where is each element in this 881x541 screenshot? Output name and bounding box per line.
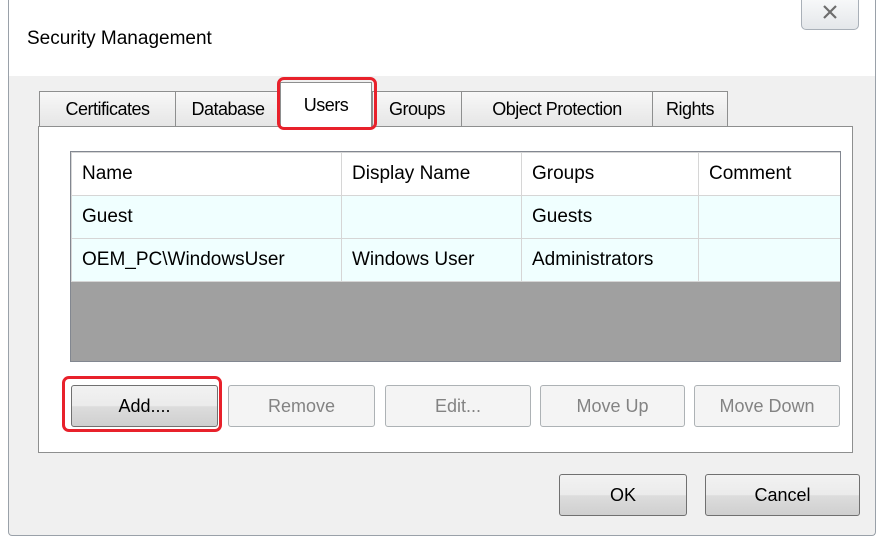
cancel-button[interactable]: Cancel xyxy=(705,474,860,516)
table-row[interactable]: OEM_PC\WindowsUser Windows User Administ… xyxy=(71,238,840,282)
add-button[interactable]: Add.... xyxy=(71,385,218,427)
column-header-name[interactable]: Name xyxy=(71,152,342,196)
cell-display-name[interactable]: Windows User xyxy=(341,238,522,282)
tab-label: Users xyxy=(303,95,349,115)
move-up-button[interactable]: Move Up xyxy=(540,385,685,427)
move-down-button[interactable]: Move Down xyxy=(694,385,840,427)
close-button[interactable] xyxy=(801,0,859,30)
cell-groups[interactable]: Guests xyxy=(521,195,699,239)
security-management-dialog: Security Management Certificates Databas… xyxy=(8,0,876,536)
table-header-row: Name Display Name Groups Comment xyxy=(71,152,840,196)
users-table: Name Display Name Groups Comment Guest G… xyxy=(70,151,841,362)
title-bar: Security Management xyxy=(9,0,875,76)
column-header-display-name[interactable]: Display Name xyxy=(341,152,522,196)
tab-label: Object Protection xyxy=(492,99,622,119)
cell-name[interactable]: Guest xyxy=(71,195,342,239)
users-tab-panel: Name Display Name Groups Comment Guest G… xyxy=(38,126,853,453)
tab-object-protection[interactable]: Object Protection xyxy=(461,91,653,127)
tab-groups[interactable]: Groups xyxy=(372,91,462,127)
tab-label: Groups xyxy=(388,99,446,119)
column-header-groups[interactable]: Groups xyxy=(521,152,699,196)
tab-label: Certificates xyxy=(65,99,150,119)
cell-groups[interactable]: Administrators xyxy=(521,238,699,282)
tab-users[interactable]: Users xyxy=(280,82,372,128)
tab-label: Rights xyxy=(665,99,715,119)
tab-rights[interactable]: Rights xyxy=(652,91,728,127)
cell-comment[interactable] xyxy=(698,238,840,282)
tab-label: Database xyxy=(191,99,265,119)
tab-certificates[interactable]: Certificates xyxy=(39,91,176,127)
cell-display-name[interactable] xyxy=(341,195,522,239)
remove-button[interactable]: Remove xyxy=(228,385,375,427)
cell-comment[interactable] xyxy=(698,195,840,239)
column-header-comment[interactable]: Comment xyxy=(698,152,840,196)
cell-name[interactable]: OEM_PC\WindowsUser xyxy=(71,238,342,282)
tab-database[interactable]: Database xyxy=(175,91,281,127)
ok-button[interactable]: OK xyxy=(559,474,687,516)
tab-strip: Certificates Database Users Groups Objec… xyxy=(39,82,859,128)
close-icon xyxy=(822,5,838,24)
edit-button[interactable]: Edit... xyxy=(385,385,531,427)
window-title: Security Management xyxy=(27,28,212,49)
table-row[interactable]: Guest Guests xyxy=(71,195,840,239)
